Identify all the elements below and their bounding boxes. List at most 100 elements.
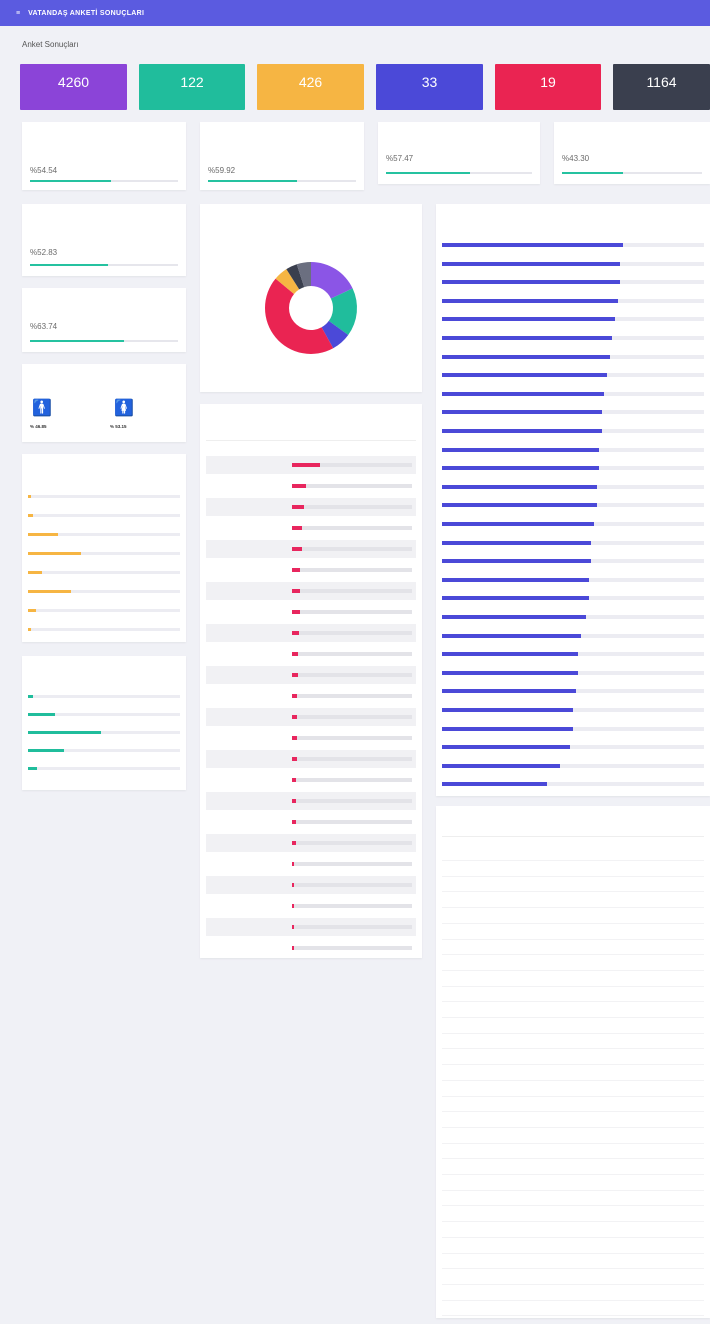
- metric-track: [30, 340, 178, 342]
- metric-value: %52.83: [30, 248, 58, 257]
- mahalle-track: [292, 757, 412, 761]
- service-fill: [442, 243, 623, 247]
- education-track: [28, 514, 180, 517]
- service-fill: [442, 596, 589, 601]
- table-row: [206, 750, 416, 768]
- age-row: [28, 724, 180, 736]
- mahalle-fill: [292, 568, 301, 572]
- service-fill: [442, 447, 600, 452]
- male-percentage: % 46.85: [30, 424, 47, 429]
- metric-track: [386, 172, 532, 174]
- service-fill: [442, 540, 592, 545]
- table-row: [442, 875, 704, 893]
- table-row: [442, 954, 704, 971]
- service-row: [442, 552, 704, 571]
- service-track: [442, 317, 704, 322]
- table-row: [206, 624, 416, 642]
- mahalle-track: [292, 778, 412, 782]
- mahalle-fill: [292, 883, 295, 887]
- stat-tile: 4260: [20, 64, 127, 110]
- service-track: [442, 615, 704, 619]
- metric-value: %63.74: [30, 322, 58, 331]
- table-row: [442, 1048, 704, 1066]
- service-row: [442, 608, 704, 627]
- mahalle-track: [292, 883, 412, 887]
- service-track: [442, 726, 704, 731]
- service-track: [442, 466, 704, 471]
- service-fill: [442, 559, 592, 564]
- mahalle-track: [292, 484, 412, 488]
- education-fill: [28, 514, 33, 517]
- service-fill: [442, 373, 608, 378]
- service-track: [442, 261, 704, 266]
- education-row: [28, 545, 180, 557]
- service-row: [442, 775, 704, 794]
- table-row: [442, 891, 704, 909]
- stat-value: 4260: [57, 74, 90, 90]
- service-row: [442, 422, 704, 441]
- table-row: [206, 645, 416, 663]
- service-track: [442, 559, 704, 564]
- service-fill: [442, 261, 621, 266]
- service-track: [442, 354, 704, 359]
- education-row: [28, 564, 180, 576]
- service-track: [442, 633, 704, 638]
- female-percentage: % 53.15: [110, 424, 127, 429]
- mahalle-fill: [292, 862, 295, 866]
- metric-card: %54.54: [22, 122, 186, 190]
- mahalle-track: [292, 799, 412, 803]
- service-track: [442, 708, 704, 712]
- mahalle-track: [292, 841, 412, 845]
- age-track: [28, 713, 180, 716]
- age-fill: [28, 695, 33, 698]
- education-track: [28, 552, 180, 555]
- mahalle-fill: [292, 463, 320, 467]
- mahalle-fill: [292, 799, 296, 803]
- mahalle-fill: [292, 484, 307, 488]
- stat-value: 33: [421, 74, 438, 90]
- service-row: [442, 366, 704, 385]
- age-track: [28, 731, 180, 734]
- metric-fill: [208, 180, 297, 182]
- education-card: [22, 454, 186, 642]
- table-row: [442, 1111, 704, 1128]
- service-fill: [442, 577, 589, 582]
- service-row: [442, 236, 704, 255]
- mahalle-fill: [292, 736, 297, 740]
- service-row: [442, 571, 704, 590]
- table-row: [442, 907, 704, 924]
- male-person-icon: 🚹: [32, 400, 52, 417]
- age-row: [28, 688, 180, 700]
- table-row: [206, 897, 416, 915]
- table-row: [206, 792, 416, 810]
- table-row: [206, 729, 416, 747]
- page-title: Anket Sonuçları: [22, 40, 79, 49]
- metric-fill: [30, 264, 109, 266]
- service-track: [442, 391, 704, 396]
- table-row: [206, 687, 416, 705]
- education-fill: [28, 628, 32, 631]
- mahalle-track: [292, 631, 412, 635]
- mahalle-track: [292, 715, 412, 719]
- service-fill: [442, 354, 610, 359]
- metric-value: %43.30: [562, 154, 590, 163]
- table-row: [206, 834, 416, 852]
- service-track: [442, 410, 704, 415]
- mahalle-track: [292, 526, 412, 530]
- table-row: [442, 1158, 704, 1175]
- education-track: [28, 590, 180, 593]
- table-row: [442, 1299, 704, 1317]
- table-row: [442, 938, 704, 956]
- service-row: [442, 720, 704, 739]
- donut-slice: [265, 278, 334, 354]
- service-fill: [442, 522, 594, 526]
- mahalle-track: [292, 925, 412, 929]
- mahalle-fill: [292, 589, 301, 593]
- menu-icon[interactable]: ≡: [16, 10, 20, 17]
- service-row: [442, 757, 704, 776]
- metric-value: %59.92: [208, 166, 236, 175]
- mahalle-fill: [292, 715, 297, 719]
- age-row: [28, 742, 180, 754]
- metric-fill: [30, 340, 125, 342]
- stat-value: 19: [540, 74, 556, 90]
